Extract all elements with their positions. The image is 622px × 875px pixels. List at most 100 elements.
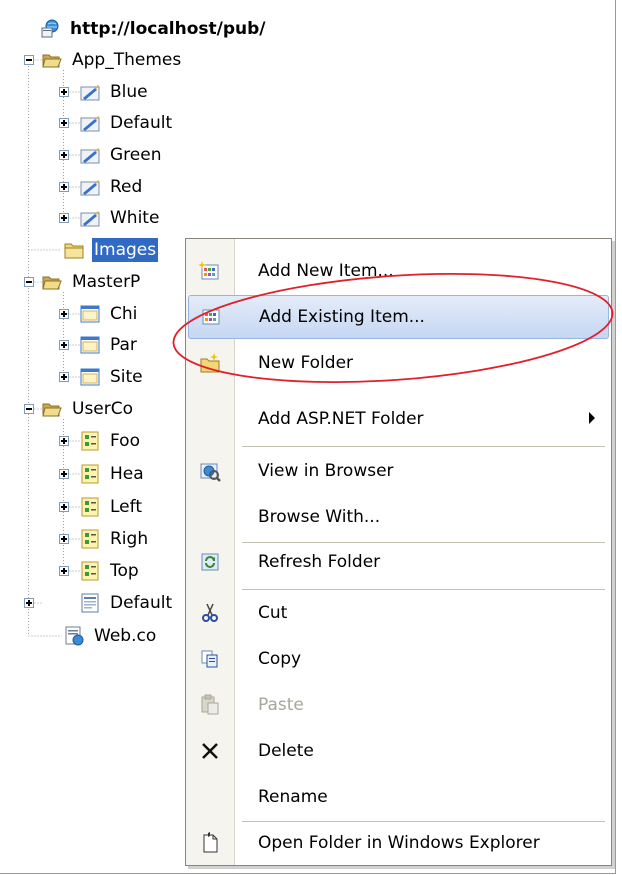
theme-icon xyxy=(80,85,100,101)
tree-node-label: Righ xyxy=(110,529,149,549)
expand-toggle[interactable] xyxy=(59,372,69,382)
menu-item-copy[interactable]: Copy xyxy=(188,637,609,681)
tree-node-web-config[interactable]: Web.co xyxy=(64,621,158,651)
folder-icon xyxy=(64,243,84,259)
expand-toggle[interactable] xyxy=(59,340,69,350)
copy-icon xyxy=(188,648,232,670)
theme-icon xyxy=(80,180,100,196)
menu-item-new-folder[interactable]: New Folder xyxy=(188,341,609,385)
tree-node-master-page[interactable]: Par xyxy=(80,330,139,360)
menu-item-label: Add ASP.NET Folder xyxy=(258,409,424,429)
tree-node-label: UserCo xyxy=(72,399,134,419)
open-folder-icon xyxy=(42,54,62,68)
expand-toggle[interactable] xyxy=(59,566,69,576)
tree-node-default-aspx[interactable]: Default xyxy=(80,588,174,618)
tree-root-node[interactable]: http://localhost/pub/ xyxy=(40,14,268,44)
expand-toggle[interactable] xyxy=(59,150,69,160)
open-folder-icon xyxy=(42,403,62,417)
tree-node-usercontrols[interactable]: UserCo xyxy=(42,394,135,424)
tree-node-master-page[interactable]: Chi xyxy=(80,299,139,329)
tree-node-user-control[interactable]: Hea xyxy=(80,459,146,489)
tree-node-user-control[interactable]: Left xyxy=(80,492,144,522)
tree-node-label: Default xyxy=(110,113,173,133)
tree-node-user-control[interactable]: Top xyxy=(80,556,141,586)
menu-item-label: Cut xyxy=(258,603,288,623)
expand-toggle[interactable] xyxy=(59,182,69,192)
tree-node-label: Images xyxy=(92,238,159,262)
tree-node-app-themes[interactable]: App_Themes xyxy=(42,45,183,75)
tree-node-label: Blue xyxy=(110,82,148,102)
tree-node-user-control[interactable]: Righ xyxy=(80,524,150,554)
tree-node-label: Web.co xyxy=(94,626,157,646)
tree-node-master-page[interactable]: Site xyxy=(80,362,145,392)
tree-node-label: App_Themes xyxy=(72,50,182,70)
menu-item-label: New Folder xyxy=(258,353,354,373)
theme-icon xyxy=(80,211,100,227)
tree-node-white[interactable]: White xyxy=(80,203,161,233)
menu-item-delete[interactable]: Delete xyxy=(188,729,609,773)
expand-toggle[interactable] xyxy=(59,118,69,128)
tree-node-red[interactable]: Red xyxy=(80,172,144,202)
master-page-icon xyxy=(80,368,100,386)
menu-item-label: Delete xyxy=(258,741,314,761)
collapse-toggle[interactable] xyxy=(24,404,34,414)
tree-node-user-control[interactable]: Foo xyxy=(80,426,142,456)
theme-icon xyxy=(80,148,100,164)
expand-toggle[interactable] xyxy=(59,469,69,479)
menu-item-label: Copy xyxy=(258,649,302,669)
menu-item-paste[interactable]: Paste xyxy=(188,683,609,727)
menu-item-add-aspnet-folder[interactable]: Add ASP.NET Folder xyxy=(188,397,609,441)
tree-node-green[interactable]: Green xyxy=(80,140,163,170)
menu-item-label: Refresh Folder xyxy=(258,552,381,572)
expand-toggle[interactable] xyxy=(59,502,69,512)
tree-node-label: Left xyxy=(110,497,142,517)
tree-node-masterpages[interactable]: MasterP xyxy=(42,267,142,297)
context-menu: Add New Item... Add Existing Item... New… xyxy=(185,238,612,866)
master-page-icon xyxy=(80,336,100,354)
theme-icon xyxy=(80,116,100,132)
expand-toggle[interactable] xyxy=(59,534,69,544)
user-control-icon xyxy=(81,497,99,517)
menu-item-refresh-folder[interactable]: Refresh Folder xyxy=(188,540,609,584)
config-file-icon xyxy=(65,626,84,646)
tree-node-label: Red xyxy=(110,177,143,197)
tree-root-label: http://localhost/pub/ xyxy=(70,19,266,39)
tree-node-blue[interactable]: Blue xyxy=(80,77,150,107)
expand-toggle[interactable] xyxy=(24,598,34,608)
user-control-icon xyxy=(81,431,99,451)
master-page-icon xyxy=(80,305,100,323)
expand-toggle[interactable] xyxy=(59,87,69,97)
menu-item-rename[interactable]: Rename xyxy=(188,775,609,819)
menu-item-view-in-browser[interactable]: View in Browser xyxy=(188,449,609,493)
web-project-icon xyxy=(41,19,59,38)
collapse-toggle[interactable] xyxy=(24,277,34,287)
tree-node-label: Hea xyxy=(110,464,144,484)
scissors-icon xyxy=(188,602,232,624)
tree-node-label: Site xyxy=(110,367,143,387)
expand-toggle[interactable] xyxy=(59,213,69,223)
menu-separator xyxy=(242,446,605,447)
refresh-icon xyxy=(188,551,232,573)
menu-item-cut[interactable]: Cut xyxy=(188,591,609,635)
tree-node-default-theme[interactable]: Default xyxy=(80,108,174,138)
menu-item-label: Rename xyxy=(258,787,328,807)
menu-item-open-in-explorer[interactable]: Open Folder in Windows Explorer xyxy=(188,821,609,865)
open-in-explorer-icon xyxy=(188,832,232,854)
tree-node-images[interactable]: Images xyxy=(64,235,159,265)
menu-item-label: Open Folder in Windows Explorer xyxy=(258,833,540,853)
menu-item-add-new-item[interactable]: Add New Item... xyxy=(188,249,609,293)
menu-item-label: Add New Item... xyxy=(258,261,394,281)
tree-node-label: MasterP xyxy=(72,272,141,292)
tree-node-label: White xyxy=(110,208,160,228)
menu-item-browse-with[interactable]: Browse With... xyxy=(188,495,609,539)
aspx-page-icon xyxy=(81,593,99,613)
submenu-arrow-icon xyxy=(589,412,595,424)
tree-node-label: Foo xyxy=(110,431,140,451)
user-control-icon xyxy=(81,529,99,549)
add-existing-item-icon xyxy=(189,306,233,328)
paste-icon xyxy=(188,694,232,716)
menu-item-add-existing-item[interactable]: Add Existing Item... xyxy=(188,295,609,339)
expand-toggle[interactable] xyxy=(59,309,69,319)
expand-toggle[interactable] xyxy=(59,436,69,446)
collapse-toggle[interactable] xyxy=(24,55,34,65)
